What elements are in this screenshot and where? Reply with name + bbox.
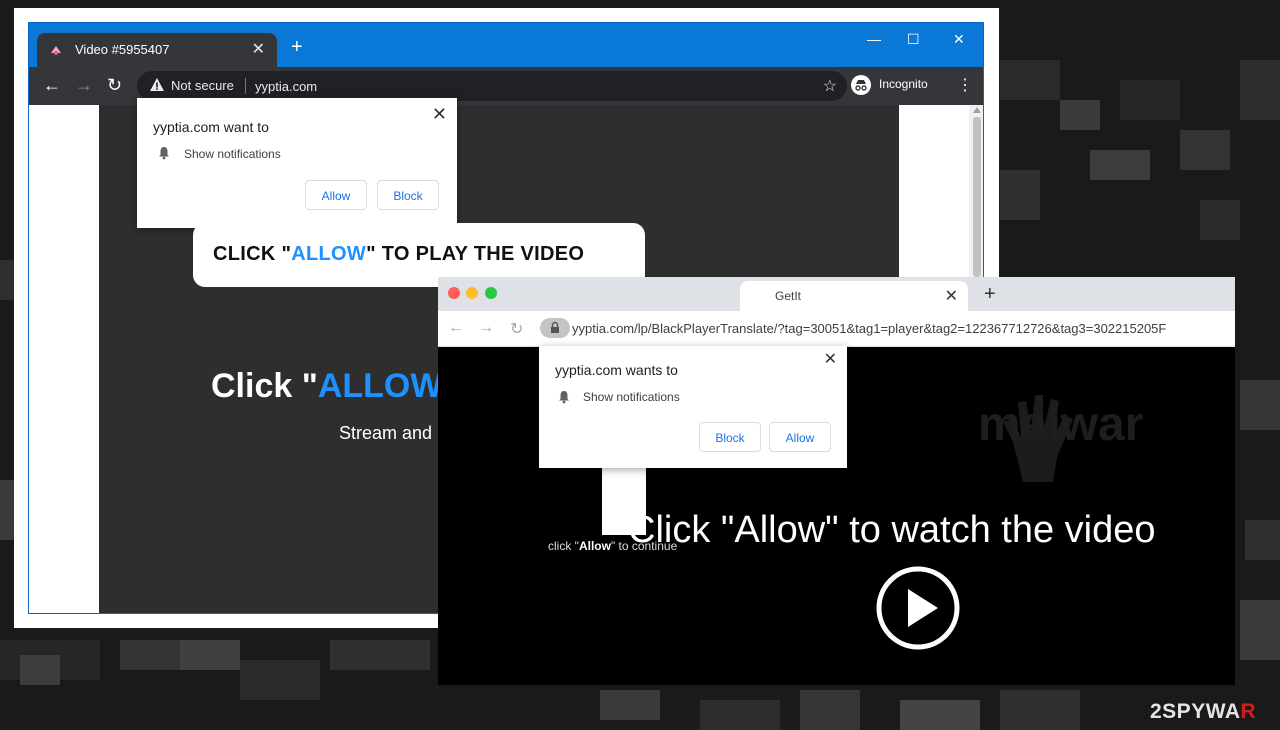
watermark-text: malwar <box>978 398 1144 451</box>
warning-icon[interactable] <box>149 77 165 93</box>
bookmark-star-icon[interactable]: ☆ <box>823 76 837 96</box>
popup-close-icon[interactable]: ✕ <box>824 349 837 369</box>
page-headline: Click "Allow" to watch the video <box>628 509 1156 551</box>
security-label: Not secure <box>171 78 234 93</box>
toolbar: ← → ↻ yyptia.com/lp/BlackPlayerTranslate… <box>438 311 1235 347</box>
favicon-icon <box>51 46 61 55</box>
permission-label: Show notifications <box>583 390 680 404</box>
forward-button[interactable]: → <box>75 75 93 96</box>
tab-close-icon[interactable]: ✕ <box>945 286 958 306</box>
block-button[interactable]: Block <box>699 422 761 452</box>
site-logo: 2SPYWAR <box>1150 700 1257 723</box>
page-headline: Click "ALLOW <box>211 367 443 405</box>
url-text[interactable]: yyptia.com/lp/BlackPlayerTranslate/?tag=… <box>572 321 1166 336</box>
address-bar[interactable]: Not secure yyptia.com ☆ <box>137 71 847 101</box>
bell-icon <box>159 147 169 160</box>
minimize-traffic-light[interactable] <box>466 287 478 299</box>
bell-icon <box>559 391 569 404</box>
back-button[interactable]: ← <box>43 75 61 96</box>
reload-button[interactable]: ↻ <box>107 75 122 96</box>
popup-title: yyptia.com want to <box>153 119 269 135</box>
incognito-profile-button[interactable]: Incognito <box>851 75 928 95</box>
tab-bar: GetIt ✕ + <box>438 277 1235 311</box>
scroll-up-arrow-icon[interactable] <box>973 107 981 113</box>
separator <box>245 78 246 94</box>
close-traffic-light[interactable] <box>448 287 460 299</box>
zoom-traffic-light[interactable] <box>485 287 497 299</box>
tab-close-icon[interactable]: ✕ <box>252 39 265 59</box>
lock-icon[interactable] <box>540 318 570 338</box>
forward-button[interactable]: → <box>478 319 494 337</box>
incognito-label: Incognito <box>879 77 928 92</box>
new-tab-button[interactable]: + <box>291 37 303 57</box>
scrollbar-thumb[interactable] <box>973 117 981 277</box>
incognito-icon <box>851 75 871 95</box>
permission-label: Show notifications <box>184 147 281 161</box>
tab-getit[interactable]: GetIt ✕ <box>740 281 968 311</box>
allow-button[interactable]: Allow <box>769 422 831 452</box>
title-bar: Video #5955407 ✕ + — ☐ ✕ <box>29 23 983 67</box>
allow-button[interactable]: Allow <box>305 180 367 210</box>
notification-permission-popup: yyptia.com want to ✕ Show notifications … <box>137 98 457 228</box>
bubble-text: CLICK "ALLOW" TO PLAY THE VIDEO <box>213 243 585 265</box>
page-subtext: Stream and <box>339 423 433 443</box>
new-tab-button[interactable]: + <box>984 283 996 306</box>
close-window-button[interactable]: ✕ <box>953 31 965 48</box>
notification-permission-popup-2: yyptia.com wants to ✕ Show notifications… <box>539 346 847 468</box>
url-text[interactable]: yyptia.com <box>255 79 317 94</box>
tab-video[interactable]: Video #5955407 ✕ <box>37 33 277 67</box>
back-button[interactable]: ← <box>448 319 464 337</box>
play-button-icon[interactable] <box>875 565 961 651</box>
menu-kebab-icon[interactable]: ⋮ <box>957 75 973 95</box>
reload-button[interactable]: ↻ <box>510 319 523 339</box>
block-button[interactable]: Block <box>377 180 439 210</box>
tab-title: Video #5955407 <box>75 42 170 57</box>
popup-title: yyptia.com wants to <box>555 362 678 378</box>
popup-close-icon[interactable]: ✕ <box>432 104 447 125</box>
tab-title: GetIt <box>775 289 802 303</box>
mac-browser-window: GetIt ✕ + ← → ↻ yyptia.com/lp/BlackPlaye… <box>438 277 1235 685</box>
maximize-button[interactable]: ☐ <box>907 31 920 48</box>
minimize-button[interactable]: — <box>867 31 881 47</box>
